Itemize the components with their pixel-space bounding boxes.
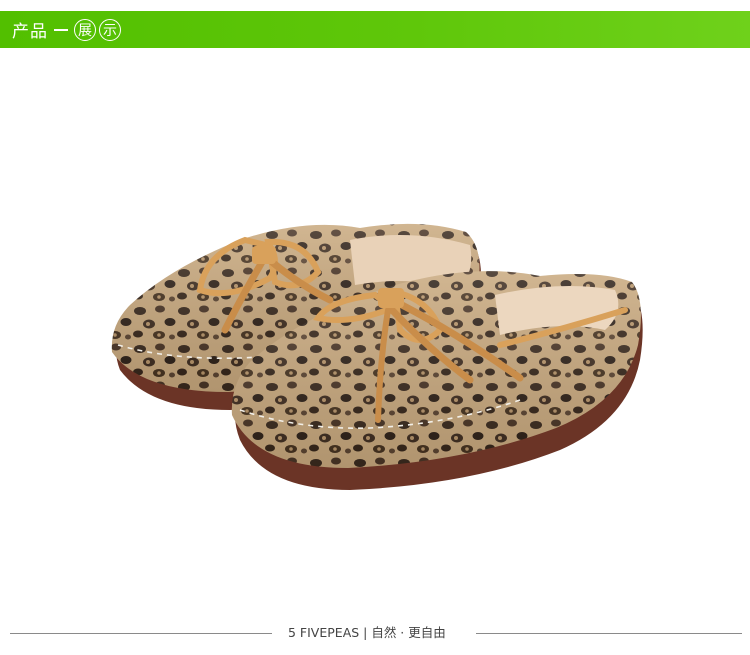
product-photo	[111, 223, 643, 490]
section-title: 产品 展 示	[12, 11, 124, 48]
section-title-text: 产品	[12, 22, 48, 42]
title-circle-char-2: 示	[99, 18, 121, 41]
footer-brand: 5 FIVEPEAS | 自然 · 更自由	[0, 624, 750, 642]
footer-divider-left	[10, 633, 272, 634]
title-dash	[54, 28, 68, 31]
footer-slogan: 5 FIVEPEAS | 自然 · 更自由	[288, 625, 446, 640]
footer-divider-right	[476, 633, 742, 634]
title-circle-char-1: 展	[74, 18, 96, 41]
section-header-bar: 产品 展 示	[0, 11, 750, 48]
